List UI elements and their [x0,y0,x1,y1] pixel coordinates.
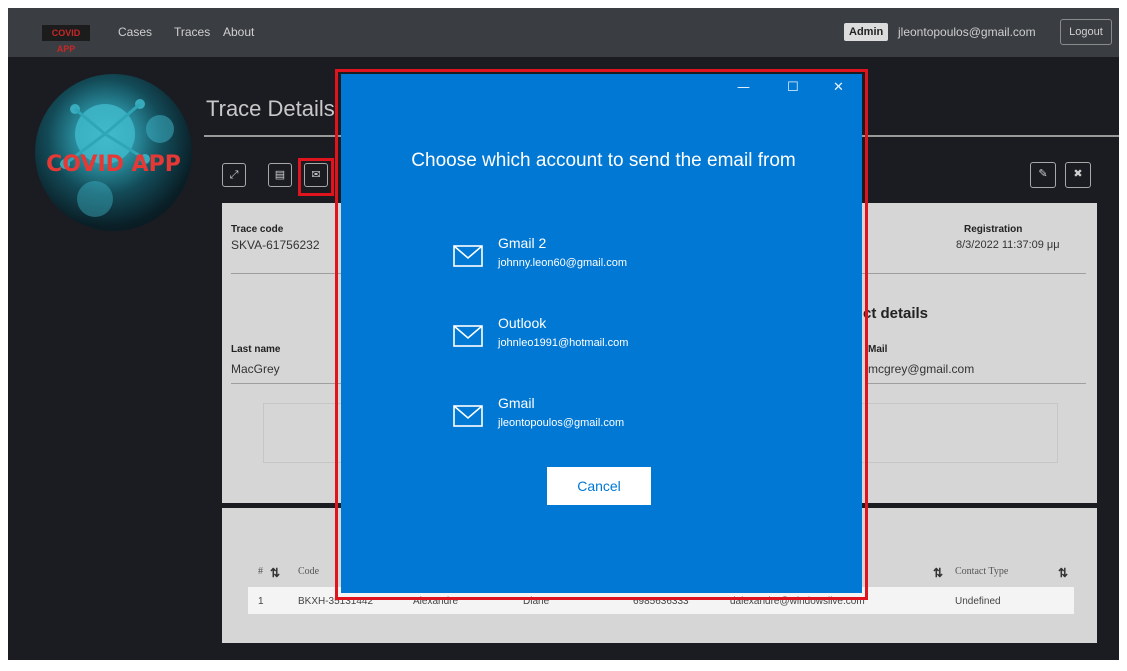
close-icon: ✖ [1073,168,1083,180]
expand-icon: ⤢ [229,169,239,181]
logo-text: COVID APP [46,152,181,177]
cell-contact-type: Undefined [955,596,1001,607]
close-button[interactable]: ✖ [1065,162,1091,188]
mail-icon [453,245,483,267]
edit-button[interactable]: ✎ [1030,162,1056,188]
account-name: Gmail [498,395,535,411]
last-name-label: Last name [231,344,281,355]
brand-logo[interactable]: COVID APP [42,25,90,54]
list-button[interactable]: ▤ [268,163,292,187]
close-dialog-button[interactable]: ✕ [833,80,844,95]
mail-underline [868,383,1086,384]
sort-icon[interactable]: ⇅ [270,566,280,581]
last-name-value: MacGrey [231,362,280,376]
nav-link-cases[interactable]: Cases [118,25,152,39]
maximize-button[interactable]: ☐ [787,80,799,95]
registration-label: Registration [964,224,1023,235]
col-header-contact-type[interactable]: Contact Type [955,566,1008,577]
dialog-title: Choose which account to send the email f… [411,150,796,171]
minimize-button[interactable]: — [737,80,750,95]
account-option-outlook[interactable]: Outlook johnleo1991@hotmail.com [453,315,783,359]
contact-details-heading: ct details [863,305,929,322]
account-name: Outlook [498,315,547,331]
expand-button[interactable]: ⤢ [222,163,246,187]
logout-button[interactable]: Logout [1060,19,1112,45]
last-name-underline [231,383,341,384]
top-navbar: COVID APP Cases Traces About Admin jleon… [8,8,1119,57]
page-title: Trace Details [206,96,335,121]
cancel-button[interactable]: Cancel [547,467,651,505]
covid-app-logo: COVID APP [35,74,192,231]
trace-code-label: Trace code [231,224,284,235]
mail-label: Mail [868,344,888,355]
mail-value: mcgrey@gmail.com [868,362,975,376]
account-name: Gmail 2 [498,235,547,251]
mail-icon [453,325,483,347]
email-button-highlight [298,158,334,196]
user-email: jleontopoulos@gmail.com [898,25,1036,39]
col-header-num[interactable]: # [258,566,263,577]
admin-badge: Admin [844,23,889,41]
mail-icon [453,405,483,427]
list-icon: ▤ [274,169,286,181]
sort-icon[interactable]: ⇅ [1058,566,1068,581]
choose-account-dialog: — ☐ ✕ Choose which account to send the e… [341,74,862,593]
nav-link-about[interactable]: About [223,25,254,39]
sort-icon[interactable]: ⇅ [933,566,943,581]
account-option-gmail-2[interactable]: Gmail 2 johnny.leon60@gmail.com [453,235,783,279]
registration-value: 8/3/2022 11:37:09 μμ [956,239,1060,251]
trace-code-value: SKVA-61756232 [231,238,320,252]
pencil-icon: ✎ [1038,168,1048,180]
col-header-code[interactable]: Code [298,566,319,577]
cell-num: 1 [258,596,264,607]
account-option-gmail[interactable]: Gmail jleontopoulos@gmail.com [453,395,783,439]
account-email: jleontopoulos@gmail.com [498,417,625,429]
account-email: johnleo1991@hotmail.com [498,337,629,349]
nav-link-traces[interactable]: Traces [174,25,210,39]
app-window: COVID APP Cases Traces About Admin jleon… [8,8,1119,660]
account-email: johnny.leon60@gmail.com [498,257,627,269]
